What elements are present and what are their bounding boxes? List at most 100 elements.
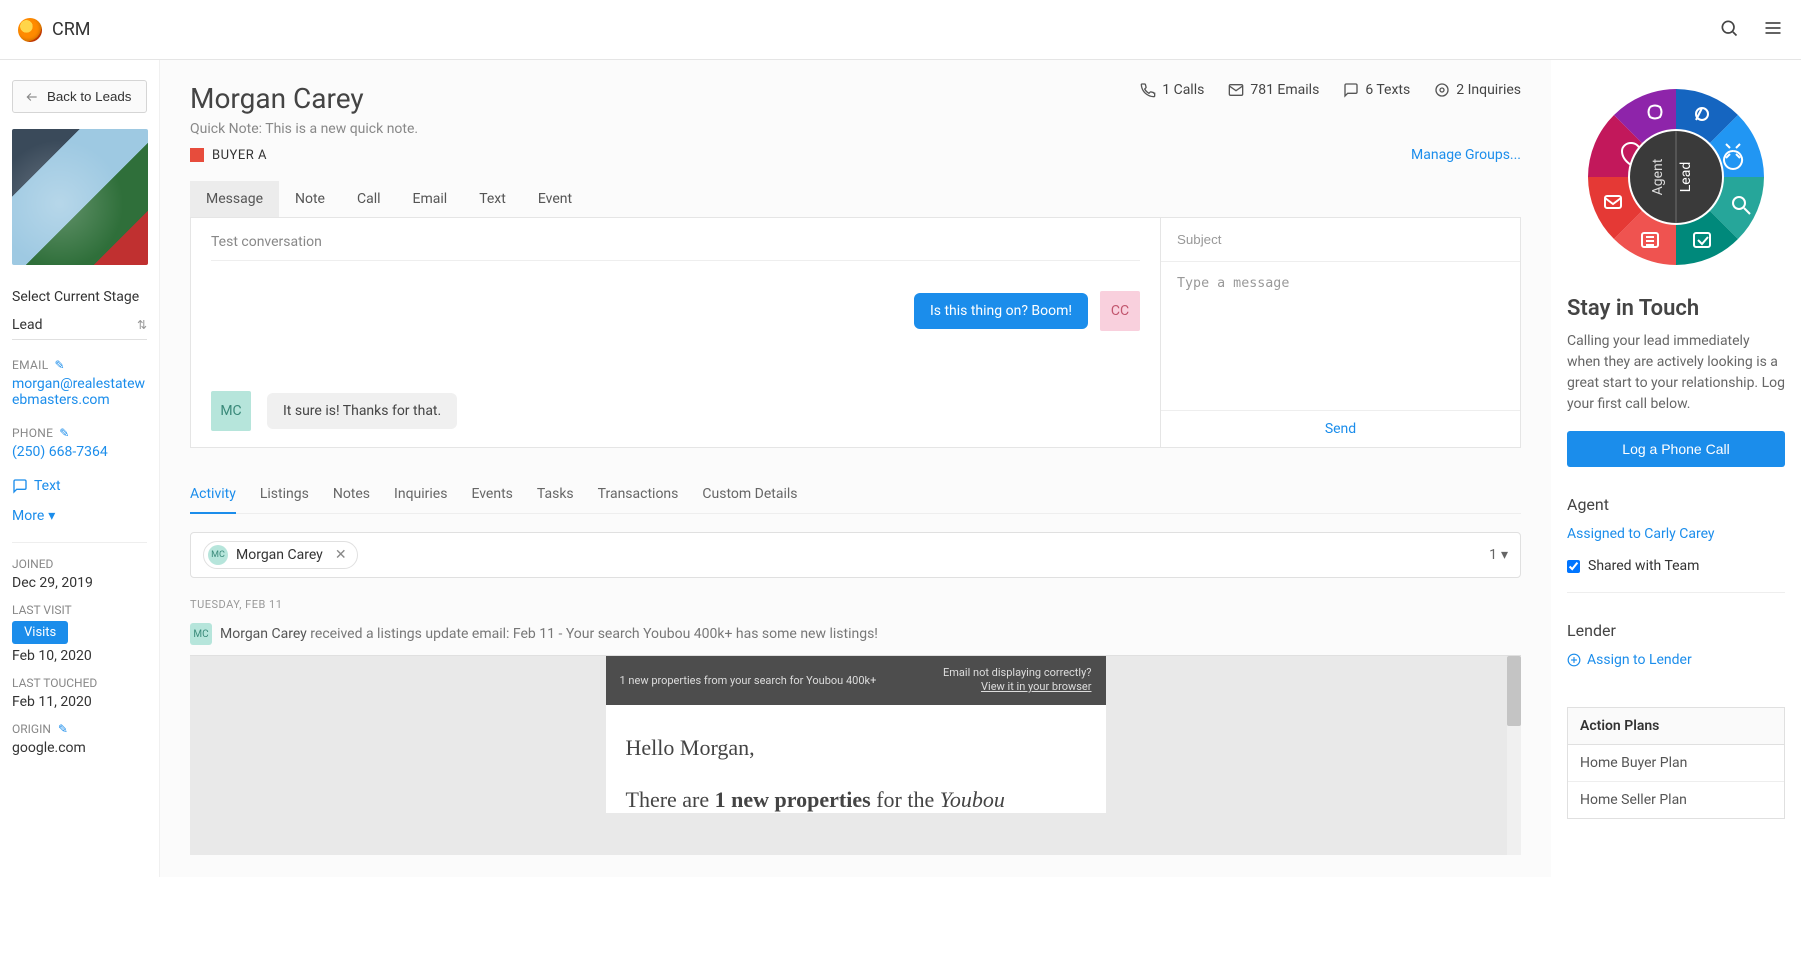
compose-tabs: Message Note Call Email Text Event [190,181,1521,218]
joined-value: Dec 29, 2019 [12,575,147,591]
topbar-actions [1719,18,1783,42]
stat-calls-text: 1 Calls [1162,82,1204,98]
atab-listings[interactable]: Listings [260,476,309,513]
lasttouched-value: Feb 11, 2020 [12,694,147,710]
action-plans-box: Action Plans Home Buyer Plan Home Seller… [1567,707,1785,819]
email-label: EMAIL [12,358,48,372]
caret-down-icon: ▾ [48,508,55,524]
back-label: Back to Leads [47,89,131,104]
subject-input[interactable] [1161,218,1520,262]
lastvisit-label: LAST VISIT [12,603,147,617]
lender-heading: Lender [1567,621,1785,640]
manage-groups-link[interactable]: Manage Groups... [1411,147,1521,163]
joined-label: JOINED [12,557,147,571]
stat-emails[interactable]: 781 Emails [1228,82,1319,98]
back-to-leads-button[interactable]: Back to Leads [12,80,147,113]
view-in-browser-link[interactable]: View it in your browser [981,680,1091,693]
main-content: Morgan Carey Quick Note: This is a new q… [160,60,1551,877]
action-wheel: Agent Lead [1567,82,1785,272]
more-dropdown[interactable]: More ▾ [12,508,55,524]
buyer-tag: BUYER A [190,148,267,163]
chat-bubble-icon [1343,82,1359,98]
brand[interactable]: CRM [18,18,91,42]
send-button[interactable]: Send [1325,421,1356,437]
compose-form: Send [1160,218,1520,447]
tab-text[interactable]: Text [463,181,522,217]
edit-phone-icon[interactable]: ✎ [59,426,69,440]
filter-count: 1 [1489,547,1497,563]
assign-lender-link[interactable]: Assign to Lender [1567,652,1692,668]
email-link[interactable]: morgan@realestatewebmasters.com [12,376,147,408]
brand-text: CRM [52,19,91,40]
lead-stats: 1 Calls 781 Emails 6 Texts 2 Inquiries [1140,82,1521,98]
conversation-thread: Test conversation Is this thing on? Boom… [191,218,1160,447]
plan-item-seller[interactable]: Home Seller Plan [1568,782,1784,818]
email-body-bold: 1 new properties [715,787,871,812]
atab-activity[interactable]: Activity [190,476,236,514]
wheel-center-lead: Lead [1678,162,1694,192]
phone-icon [1140,82,1156,98]
activity-tabs: Activity Listings Notes Inquiries Events… [190,476,1521,514]
stat-emails-text: 781 Emails [1250,82,1319,98]
plan-item-buyer[interactable]: Home Buyer Plan [1568,745,1784,782]
chip-avatar: MC [208,545,228,565]
filter-bar: MC Morgan Carey ✕ 1 ▾ [190,532,1521,578]
tag-color-icon [190,148,204,162]
filter-chip[interactable]: MC Morgan Carey ✕ [203,541,358,569]
assigned-agent-link[interactable]: Assigned to Carly Carey [1567,526,1785,542]
timeline-text: received a listings update email: Feb 11… [307,626,878,642]
stat-texts[interactable]: 6 Texts [1343,82,1410,98]
envelope-icon [1228,82,1244,98]
tab-event[interactable]: Event [522,181,588,217]
shared-team-input[interactable] [1567,560,1580,573]
phone-label: PHONE [12,426,53,440]
atab-inquiries[interactable]: Inquiries [394,476,447,513]
sidebar-right: Agent Lead Stay in Touch Calling your le… [1551,60,1801,877]
menu-icon[interactable] [1763,18,1783,42]
shared-team-label: Shared with Team [1588,558,1699,574]
stat-inquiries-text: 2 Inquiries [1456,82,1521,98]
lead-name: Morgan Carey [190,82,418,115]
stay-in-touch-heading: Stay in Touch [1567,296,1785,321]
phone-link[interactable]: (250) 668-7364 [12,444,147,460]
brand-logo-icon [18,18,42,42]
quick-note: Quick Note: This is a new quick note. [190,121,418,137]
visits-button[interactable]: Visits [12,621,68,644]
stage-value: Lead [12,317,42,333]
search-icon[interactable] [1719,18,1739,42]
stat-calls[interactable]: 1 Calls [1140,82,1204,98]
stage-select[interactable]: Lead ⇅ [12,311,147,340]
edit-origin-icon[interactable]: ✎ [58,722,68,736]
edit-email-icon[interactable]: ✎ [54,358,64,372]
message-in: MC It sure is! Thanks for that. [211,391,1140,431]
avatar-cc: CC [1100,291,1140,331]
message-input[interactable] [1161,262,1520,410]
log-call-button[interactable]: Log a Phone Call [1567,431,1785,467]
chip-remove-icon[interactable]: ✕ [335,547,347,563]
atab-notes[interactable]: Notes [333,476,370,513]
assign-lender-label: Assign to Lender [1587,652,1692,668]
email-head-sm1: Email not displaying correctly? [943,666,1091,679]
wheel-center-agent: Agent [1650,158,1666,195]
atab-transactions[interactable]: Transactions [598,476,679,513]
text-link[interactable]: Text [12,478,61,494]
atab-events[interactable]: Events [471,476,512,513]
scrollbar-thumb[interactable] [1507,656,1521,726]
back-arrow-icon [25,90,39,104]
timeline-item: MC Morgan Carey received a listings upda… [190,623,1521,645]
tab-message[interactable]: Message [190,181,279,217]
chat-icon [12,478,28,494]
stat-texts-text: 6 Texts [1365,82,1410,98]
atab-custom[interactable]: Custom Details [702,476,797,513]
action-plans-heading: Action Plans [1568,708,1784,745]
stat-inquiries[interactable]: 2 Inquiries [1434,82,1521,98]
atab-tasks[interactable]: Tasks [537,476,574,513]
text-link-label: Text [34,478,61,494]
tab-call[interactable]: Call [341,181,397,217]
email-body-prefix: There are [626,787,715,812]
tab-note[interactable]: Note [279,181,341,217]
shared-team-checkbox[interactable]: Shared with Team [1567,558,1785,574]
tab-email[interactable]: Email [397,181,464,217]
filter-count-toggle[interactable]: 1 ▾ [1489,547,1508,563]
lead-photo [12,129,148,265]
